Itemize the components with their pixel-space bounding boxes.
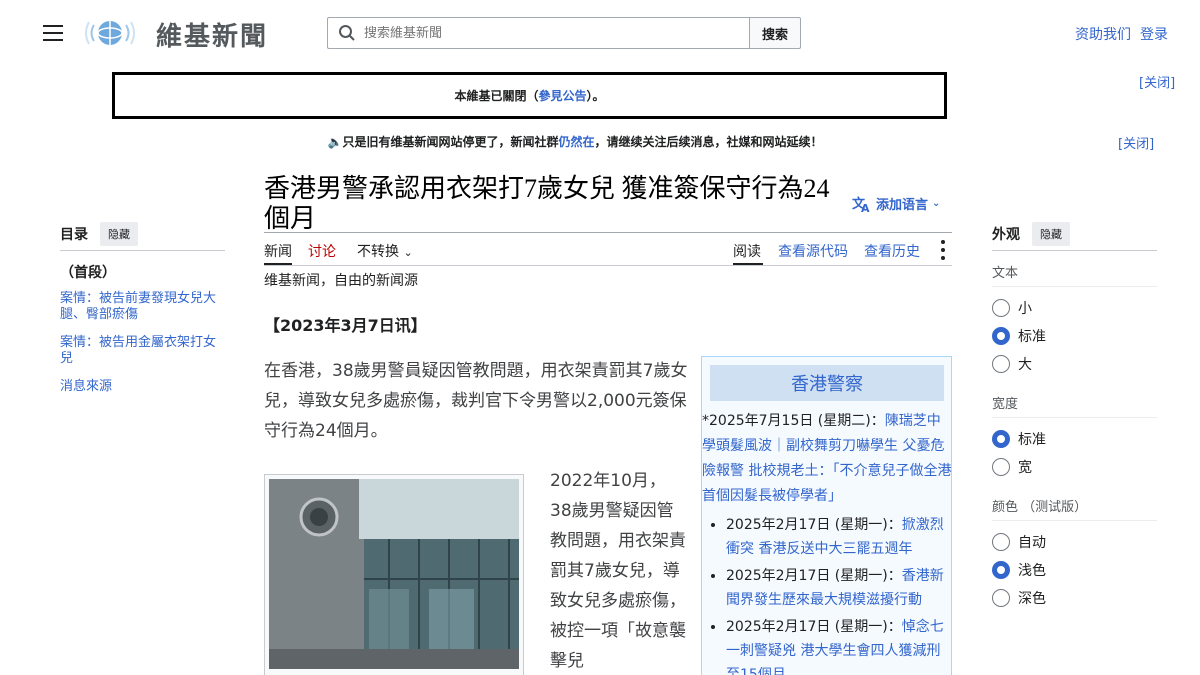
radio-button[interactable] [992,561,1010,579]
toc-item[interactable]: 案情：被告用金屬衣架打女兒 [60,335,228,367]
related-news-lead: *2025年7月15日 (星期二)：陳瑞芝中學頭髮風波｜副校舞剪刀嚇學生 父憂危… [702,409,952,509]
text-size-option-label: 标准 [1018,329,1046,345]
list-item: 2025年2月17日 (星期一)：香港新聞界發生歷來最大規模滋擾行動 [726,564,952,612]
appearance-hide-button[interactable]: 隐藏 [1032,222,1070,246]
close-community-notice-button[interactable]: [关闭] [1118,133,1154,152]
title-divider [264,232,952,233]
radio-button[interactable] [992,355,1010,373]
related-news-title[interactable]: 香港警察 [710,365,944,401]
tab-view-source[interactable]: 查看源代码 [778,241,848,261]
toc-item-top[interactable]: （首段） [60,262,116,282]
notice-link[interactable]: 參見公告 [538,87,586,104]
news-date: 2025年2月17日 (星期一)： [726,568,902,584]
hamburger-icon [43,25,63,27]
text-size-option-label: 小 [1018,301,1032,317]
width-label: 宽度 [992,397,1019,412]
close-notice-button[interactable]: [关闭] [1139,72,1175,91]
appearance-title: 外观 [992,227,1020,243]
community-notice-text: 🔈只是旧有维基新闻网站停更了，新闻社群 [327,135,559,149]
divider [992,520,1157,521]
toc-hide-button[interactable]: 隐藏 [100,222,138,246]
news-date: *2025年7月15日 (星期二)： [702,413,885,429]
tab-news[interactable]: 新闻 [264,241,292,261]
page-title: 香港男警承認用衣架打7歲女兒 獲准簽保守行為24個月 [264,174,830,233]
color-option-label: 深色 [1018,591,1046,607]
dateline: 【2023年3月7日讯】 [264,316,427,335]
text-size-option[interactable]: 标准 [992,326,1046,346]
toc-item[interactable]: 消息來源 [60,379,228,395]
tabs-divider [264,265,952,266]
text-size-label: 文本 [992,266,1019,281]
divider [992,250,1157,251]
article-paragraph: 2022年10月，38歲男警疑因管教問題，用衣架責罰其7歲女兒，導致女兒多處瘀傷… [550,471,686,671]
related-news-list: 2025年2月17日 (星期一)：掀激烈衝突 香港反送中大三罷五週年 2025年… [726,513,952,675]
add-language-button[interactable]: 文A 添加语言 ⌄ [852,194,941,214]
radio-button[interactable] [992,327,1010,345]
article-image[interactable] [264,474,524,675]
list-item: 2025年2月17日 (星期一)：掀激烈衝突 香港反送中大三罷五週年 [726,513,952,561]
search-icon [339,25,355,41]
notice-suffix: ）。 [586,89,605,103]
text-size-option[interactable]: 小 [992,298,1032,318]
radio-button[interactable] [992,458,1010,476]
main-menu-button[interactable] [40,22,66,44]
width-option-label: 标准 [1018,432,1046,448]
more-actions-icon[interactable] [938,238,948,262]
toc-title: 目录 [60,227,88,243]
variant-label: 不转换 [357,244,399,260]
wikinews-logo-icon[interactable] [84,16,136,50]
text-size-option[interactable]: 大 [992,354,1032,374]
notice-text: 本維基已關閉（ [454,89,539,103]
community-notice: 🔈只是旧有维基新闻网站停更了，新闻社群仍然在，请继续关注后续消息，社媒和网站延续… [0,133,1150,150]
radio-button[interactable] [992,299,1010,317]
site-wordmark[interactable]: 維基新聞 [156,16,268,53]
color-option[interactable]: 浅色 [992,560,1046,580]
color-option-label: 浅色 [1018,563,1046,579]
tab-read[interactable]: 阅读 [733,241,761,261]
login-link[interactable]: 登录 [1140,24,1168,44]
donate-link[interactable]: 资助我们 [1075,24,1131,44]
width-option[interactable]: 标准 [992,429,1046,449]
radio-button[interactable] [992,589,1010,607]
width-option-label: 宽 [1018,460,1032,476]
text-size-option-label: 大 [1018,357,1032,373]
tab-view-history[interactable]: 查看历史 [864,241,920,261]
search-button[interactable]: 搜索 [749,17,801,49]
news-date: 2025年2月17日 (星期一)： [726,619,902,635]
site-tagline: 维基新闻，自由的新闻源 [264,273,418,289]
color-option[interactable]: 自动 [992,532,1046,552]
color-option-label: 自动 [1018,535,1046,551]
related-news-box: 香港警察 *2025年7月15日 (星期二)：陳瑞芝中學頭髮風波｜副校舞剪刀嚇學… [701,356,952,675]
color-label: 颜色 （测试版） [992,500,1088,515]
chevron-down-icon: ⌄ [932,198,941,209]
site-notice-box: 本維基已關閉（ 參見公告）。 [112,72,947,119]
variant-dropdown[interactable]: 不转换 ⌄ [357,241,413,261]
divider [60,250,225,251]
list-item: 2025年2月17日 (星期一)：悼念七一刺警疑兇 港大學生會四人獲減刑至15個… [726,615,952,675]
radio-button[interactable] [992,430,1010,448]
search-input[interactable] [364,25,724,41]
divider [992,417,1157,418]
police-building-photo [269,479,519,669]
tab-talk[interactable]: 讨论 [308,241,336,261]
translate-icon: 文A [852,196,870,213]
article-paragraph: 在香港，38歲男警員疑因管教問題，用衣架責罰其7歲女兒，導致女兒多處瘀傷，裁判官… [264,361,688,441]
community-notice-link[interactable]: 仍然在 [558,135,594,149]
divider [992,286,1157,287]
toc-item[interactable]: 案情：被告前妻發現女兒大腿、臀部瘀傷 [60,291,228,323]
color-option[interactable]: 深色 [992,588,1046,608]
news-date: 2025年2月17日 (星期一)： [726,517,902,533]
radio-button[interactable] [992,533,1010,551]
svg-text:A: A [861,202,870,213]
search-field[interactable] [327,17,750,49]
chevron-down-icon: ⌄ [403,246,413,259]
width-option[interactable]: 宽 [992,457,1032,477]
community-notice-suffix: ，请继续关注后续消息，社媒和网站延续！ [594,135,823,149]
add-language-label: 添加语言 [876,198,929,213]
